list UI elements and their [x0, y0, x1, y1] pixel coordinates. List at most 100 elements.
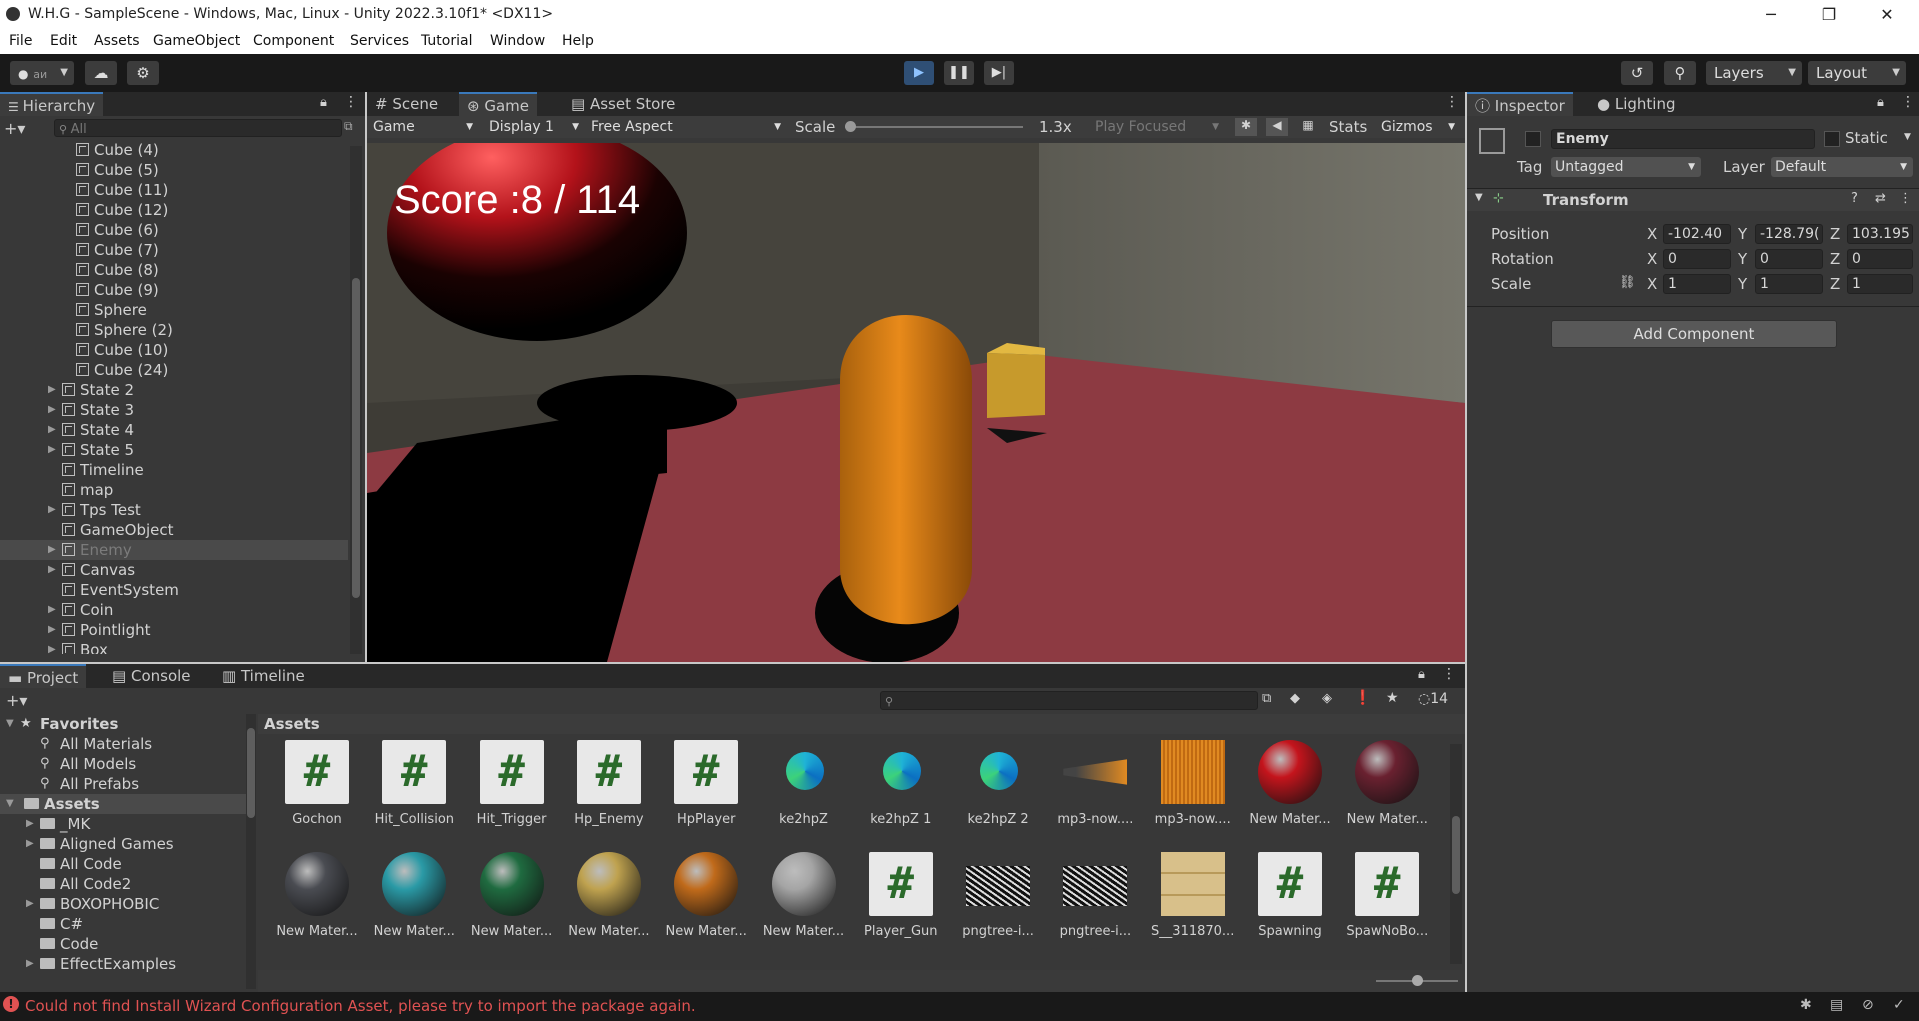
hierarchy-item[interactable]: ▶ Pointlight — [0, 620, 348, 640]
static-checkbox[interactable] — [1824, 131, 1840, 147]
favorite-search-item[interactable]: ⚲ All Prefabs — [0, 774, 246, 794]
aspect-dropdown[interactable]: Free Aspect — [587, 117, 787, 137]
tree-scrollbar[interactable] — [246, 714, 256, 989]
favorites-header[interactable]: ▼ ★ Favorites — [0, 714, 246, 734]
asset-item[interactable]: New Mater... — [467, 852, 557, 962]
hierarchy-item[interactable]: ▶ Enemy — [0, 540, 348, 560]
expand-arrow-icon[interactable]: ▶ — [48, 600, 56, 620]
scale-z-field[interactable]: 1 — [1847, 274, 1913, 294]
folder-item[interactable]: ▼ Assets — [0, 794, 246, 814]
menu-component[interactable]: Component — [253, 33, 334, 49]
hierarchy-item[interactable]: ▶ Canvas — [0, 560, 348, 580]
create-icon[interactable]: +▾ — [6, 691, 27, 710]
asset-item[interactable]: New Mater... — [564, 852, 654, 962]
play-mode-dropdown[interactable]: Play Focused — [1091, 117, 1225, 137]
log-types-icon[interactable]: ❗ — [1354, 690, 1371, 706]
more-icon[interactable]: ⋮ — [344, 94, 358, 110]
hierarchy-item[interactable]: Sphere — [0, 300, 348, 320]
expand-arrow-icon[interactable]: ▶ — [26, 954, 34, 974]
display-dropdown[interactable]: Display 1 — [485, 117, 585, 137]
gizmos-dropdown[interactable]: Gizmos — [1377, 117, 1461, 137]
project-more-icon[interactable]: ⋮ — [1442, 666, 1456, 682]
hierarchy-item[interactable]: Cube (11) — [0, 180, 348, 200]
expand-arrow-icon[interactable]: ▼ — [6, 714, 14, 734]
asset-item[interactable]: # Gochon — [272, 740, 362, 850]
menu-edit[interactable]: Edit — [50, 33, 77, 49]
asset-item[interactable]: # Player_Gun — [856, 852, 946, 962]
maximize-icon[interactable]: ❐ — [1806, 0, 1852, 29]
folder-item[interactable]: ▶ _MK — [0, 814, 246, 834]
asset-item[interactable]: pngtree-i... — [953, 852, 1043, 962]
bug-icon[interactable]: ✱ — [1235, 118, 1257, 136]
progress-icon[interactable]: ▤ — [1830, 997, 1843, 1013]
asset-item[interactable]: mp3-now.... — [1148, 740, 1238, 850]
folder-item[interactable]: All Code2 — [0, 874, 246, 894]
asset-item[interactable]: New Mater... — [272, 852, 362, 962]
close-icon[interactable]: ✕ — [1864, 0, 1910, 29]
hierarchy-item[interactable]: Timeline — [0, 460, 348, 480]
menu-gameobject[interactable]: GameObject — [153, 33, 240, 49]
hierarchy-item[interactable]: EventSystem — [0, 580, 348, 600]
game-mode-dropdown[interactable]: Game — [369, 117, 479, 137]
folder-item[interactable]: ▶ BOXOPHOBIC — [0, 894, 246, 914]
cloud-icon[interactable]: ☁ — [85, 61, 117, 85]
menu-window[interactable]: Window — [490, 33, 545, 49]
rotation-z-field[interactable]: 0 — [1847, 249, 1913, 269]
icon-size-slider[interactable] — [1376, 975, 1458, 986]
hierarchy-item[interactable]: Cube (10) — [0, 340, 348, 360]
hierarchy-item[interactable]: ▶ Tps Test — [0, 500, 348, 520]
tab-timeline[interactable]: ▥ Timeline — [214, 664, 313, 688]
add-component-button[interactable]: Add Component — [1551, 320, 1837, 348]
asset-item[interactable]: # Hp_Enemy — [564, 740, 654, 850]
expand-arrow-icon[interactable]: ▶ — [48, 400, 56, 420]
presets-icon[interactable]: ⇄ — [1875, 191, 1886, 206]
tab-hierarchy[interactable]: ☰ Hierarchy — [0, 92, 104, 116]
layer-dropdown[interactable]: Default — [1771, 157, 1913, 177]
account-button[interactable]: ● aи — [10, 61, 74, 85]
help-icon[interactable]: ? — [1851, 191, 1858, 206]
asset-item[interactable]: mp3-now.... — [1050, 740, 1140, 850]
minimize-icon[interactable]: ─ — [1748, 0, 1794, 29]
hierarchy-item[interactable]: Cube (12) — [0, 200, 348, 220]
step-button[interactable]: ▶| — [984, 61, 1014, 85]
inspector-more-icon[interactable]: ⋮ — [1901, 94, 1915, 110]
asset-item[interactable]: New Mater... — [661, 852, 751, 962]
expand-arrow-icon[interactable]: ▶ — [48, 380, 56, 400]
hierarchy-item[interactable]: ▶ State 5 — [0, 440, 348, 460]
asset-item[interactable]: # Spawning — [1245, 852, 1335, 962]
lock-icon[interactable]: 🔒︎ — [320, 95, 327, 110]
status-message[interactable]: Could not find Install Wizard Configurat… — [25, 997, 696, 1015]
menu-services[interactable]: Services — [350, 33, 409, 49]
folder-item[interactable]: ▶ Aligned Games — [0, 834, 246, 854]
project-lock-icon[interactable]: 🔒︎ — [1418, 667, 1425, 682]
hierarchy-item[interactable]: Cube (5) — [0, 160, 348, 180]
scale-x-field[interactable]: 1 — [1663, 274, 1731, 294]
layers-dropdown[interactable]: Layers — [1706, 61, 1802, 85]
menu-file[interactable]: File — [9, 33, 32, 49]
collapse-icon[interactable]: ▼ — [1475, 192, 1483, 203]
asset-item[interactable]: pngtree-i... — [1050, 852, 1140, 962]
grid-icon[interactable]: ▦ — [1297, 118, 1319, 136]
hierarchy-item[interactable]: ▶ State 3 — [0, 400, 348, 420]
asset-item[interactable]: New Mater... — [369, 852, 459, 962]
menu-help[interactable]: Help — [562, 33, 594, 49]
asset-item[interactable]: ke2hpZ — [759, 740, 849, 850]
asset-item[interactable]: # Hit_Trigger — [467, 740, 557, 850]
mute-audio-icon[interactable]: ◀︎ — [1266, 118, 1288, 136]
check-icon[interactable]: ✓ — [1893, 997, 1905, 1013]
asset-item[interactable]: New Mater... — [1245, 740, 1335, 850]
expand-arrow-icon[interactable]: ▶ — [48, 640, 56, 654]
pause-button[interactable]: ❚❚ — [944, 61, 974, 85]
hierarchy-item[interactable]: Cube (24) — [0, 360, 348, 380]
folder-item[interactable]: Code — [0, 934, 246, 954]
transform-header[interactable]: ▼ ⊹ Transform ? ⇄ ⋮ — [1467, 189, 1919, 211]
favorite-search-item[interactable]: ⚲ All Models — [0, 754, 246, 774]
debug-bug-icon[interactable]: ✱ — [1800, 997, 1812, 1013]
asset-item[interactable]: New Mater... — [1342, 740, 1432, 850]
hierarchy-item[interactable]: Cube (4) — [0, 140, 348, 160]
hierarchy-item[interactable]: ▶ Coin — [0, 600, 348, 620]
expand-arrow-icon[interactable]: ▶ — [48, 540, 56, 560]
expand-arrow-icon[interactable]: ▶ — [26, 814, 34, 834]
game-render[interactable]: Score :8 / 114 — [367, 143, 1465, 662]
collab-gear-icon[interactable]: ⚙ — [127, 61, 159, 85]
